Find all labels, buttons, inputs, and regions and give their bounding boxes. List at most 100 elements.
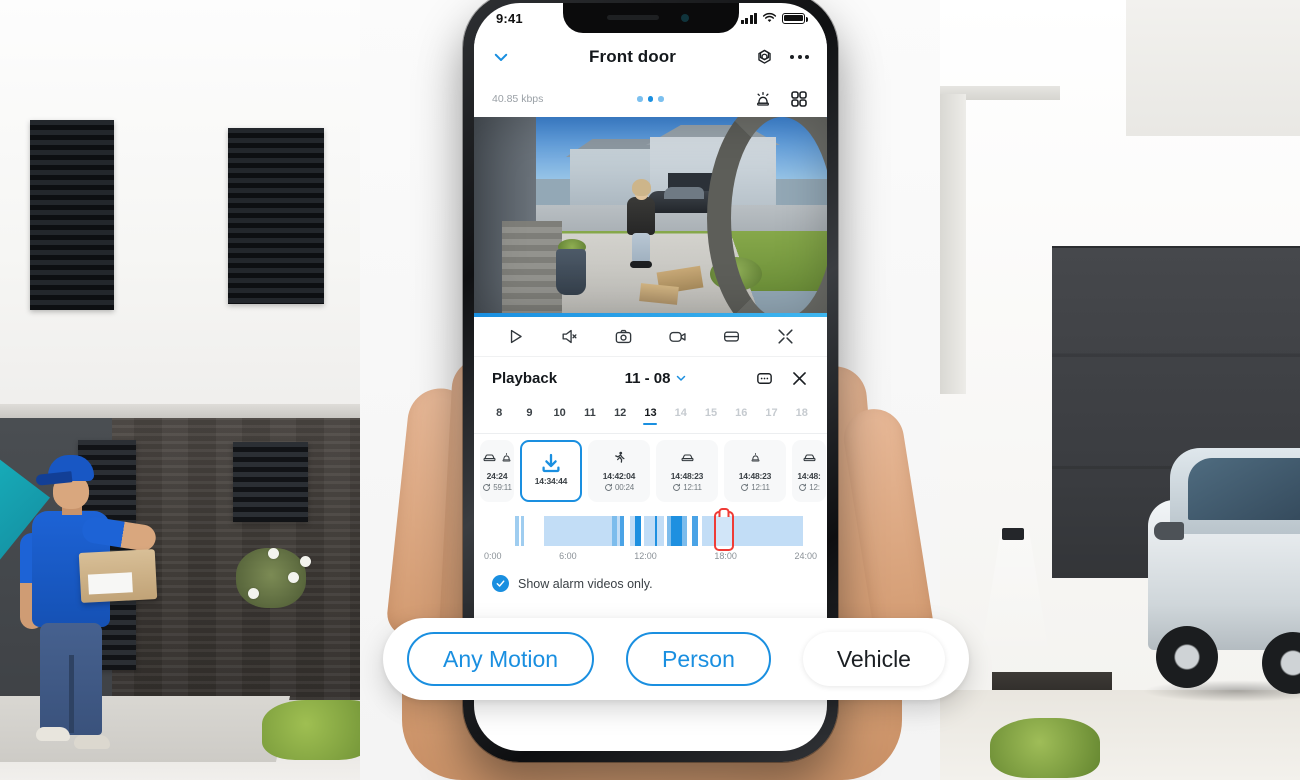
event-time: 14:48:23 [738, 470, 772, 481]
gear-icon[interactable] [755, 48, 774, 67]
more-box-icon[interactable] [755, 369, 774, 388]
timeline-segment [692, 516, 698, 546]
event-time: 14:48: [797, 470, 821, 481]
event-thumbnail-list[interactable]: 24:24 59:11 14:34:44 14:42:04 00:24 14:48:23 1… [474, 434, 827, 508]
more-horizontal-icon[interactable] [790, 55, 809, 59]
timeline-tick-label: 0:00 [484, 551, 502, 561]
play-icon[interactable] [503, 325, 527, 349]
filter-pill-bar[interactable]: Any Motion Person Vehicle [383, 618, 969, 700]
timeline-segment [514, 516, 519, 546]
timeline-track[interactable] [484, 511, 817, 551]
alarm-filter-label: Show alarm videos only. [518, 576, 653, 591]
person-icon [612, 450, 627, 470]
chevron-down-icon [677, 375, 686, 381]
signal-bars-icon [740, 12, 757, 24]
event-icons [802, 451, 817, 469]
event-icons [539, 453, 563, 474]
date-cell-18[interactable]: 18 [787, 407, 817, 419]
event-icons [749, 451, 762, 469]
event-card[interactable]: 14:42:04 00:24 [588, 440, 650, 502]
filter-pill-vehicle[interactable]: Vehicle [802, 632, 945, 686]
timeline-segment [611, 516, 618, 546]
stream-info-bar: 40.85 kbps [474, 81, 827, 117]
date-cell-12[interactable]: 12 [605, 407, 635, 419]
alarm-icon [500, 451, 513, 469]
timeline-segment [701, 516, 711, 546]
background-scene-delivery [0, 0, 360, 780]
date-cell-11[interactable]: 11 [575, 407, 605, 419]
bitrate-label: 40.85 kbps [492, 93, 544, 105]
date-cell-8[interactable]: 8 [484, 407, 514, 419]
wall-lamp [1002, 528, 1024, 540]
timeline-tick-label: 18:00 [714, 551, 737, 561]
filter-pill-person[interactable]: Person [626, 632, 771, 686]
date-cell-16[interactable]: 16 [726, 407, 756, 419]
alarm-icon [749, 451, 762, 469]
vehicle-icon [482, 450, 497, 470]
date-strip[interactable]: 8 9 10 11 12 13 14 15 16 17 18 [474, 399, 827, 427]
date-cell-17[interactable]: 17 [756, 407, 786, 419]
timeline-segment [654, 516, 658, 546]
filter-pill-any-motion[interactable]: Any Motion [407, 632, 595, 686]
status-time: 9:41 [496, 10, 523, 26]
mute-icon[interactable] [557, 325, 581, 349]
timeline-segment [521, 516, 525, 546]
timeline-tick-label: 12:00 [634, 551, 657, 561]
parked-suv [1142, 418, 1300, 718]
date-cell-10[interactable]: 10 [545, 407, 575, 419]
alarm-filter-row[interactable]: Show alarm videos only. [474, 561, 827, 592]
event-icons [482, 451, 513, 469]
live-video-feed[interactable] [474, 117, 827, 317]
quality-icon[interactable] [720, 325, 744, 349]
timeline-labels: 0:00 6:00 12:00 18:00 24:00 [484, 548, 817, 561]
event-card[interactable]: 24:24 59:11 [480, 440, 514, 502]
record-icon[interactable] [666, 325, 690, 349]
event-icons [680, 451, 695, 469]
vehicle-icon [680, 450, 695, 470]
fullscreen-icon[interactable] [774, 325, 798, 349]
date-cell-14[interactable]: 14 [666, 407, 696, 419]
date-cell-13[interactable]: 13 [635, 407, 665, 419]
event-card[interactable]: 14:48: 12: [792, 440, 826, 502]
event-time: 14:42:04 [602, 470, 636, 481]
siren-icon[interactable] [753, 89, 773, 109]
playback-header: Playback 11 - 08 [474, 357, 827, 399]
chevron-down-icon[interactable] [492, 48, 510, 66]
delivery-person [20, 455, 158, 755]
event-duration: 59:11 [482, 483, 512, 492]
window-blinds-icon [233, 442, 308, 522]
timeline-section: 0:00 6:00 12:00 18:00 24:00 [474, 508, 827, 561]
event-card[interactable]: 14:34:44 [520, 440, 582, 502]
snapshot-icon[interactable] [611, 325, 635, 349]
grid-view-icon[interactable] [789, 89, 809, 109]
page-indicator-dots [582, 96, 719, 102]
close-icon[interactable] [790, 369, 809, 388]
playback-date-label: 11 - 08 [624, 369, 671, 387]
timeline-playhead[interactable] [714, 511, 735, 551]
date-cell-9[interactable]: 9 [514, 407, 544, 419]
page-title: Front door [589, 47, 676, 66]
check-circle-icon[interactable] [492, 575, 509, 592]
date-cell-15[interactable]: 15 [696, 407, 726, 419]
event-icons [612, 451, 627, 469]
playback-date-selector[interactable]: 11 - 08 [557, 370, 755, 387]
screenshot-stage: 9:41 Front door 40.85 kbps Playback 11 -… [0, 0, 1300, 780]
timeline-tick-label: 6:00 [559, 551, 577, 561]
event-duration: 00:24 [604, 483, 634, 492]
timeline-tick-label: 24:00 [794, 551, 817, 561]
event-duration: 12: [798, 483, 820, 492]
event-card[interactable]: 14:48:23 12:11 [656, 440, 718, 502]
package-box [78, 549, 158, 603]
event-card[interactable]: 14:48:23 12:11 [724, 440, 786, 502]
event-time: 14:34:44 [534, 476, 568, 486]
app-header: Front door [474, 33, 827, 81]
event-time: 14:48:23 [670, 470, 704, 481]
timeline-segment [671, 516, 683, 546]
background-scene-driveway [940, 0, 1300, 780]
event-time: 24:24 [486, 470, 508, 481]
event-duration: 12:11 [740, 483, 770, 492]
battery-icon [782, 12, 808, 24]
playback-title: Playback [492, 369, 558, 387]
window-blinds-icon [228, 128, 324, 304]
wifi-icon [762, 12, 777, 22]
